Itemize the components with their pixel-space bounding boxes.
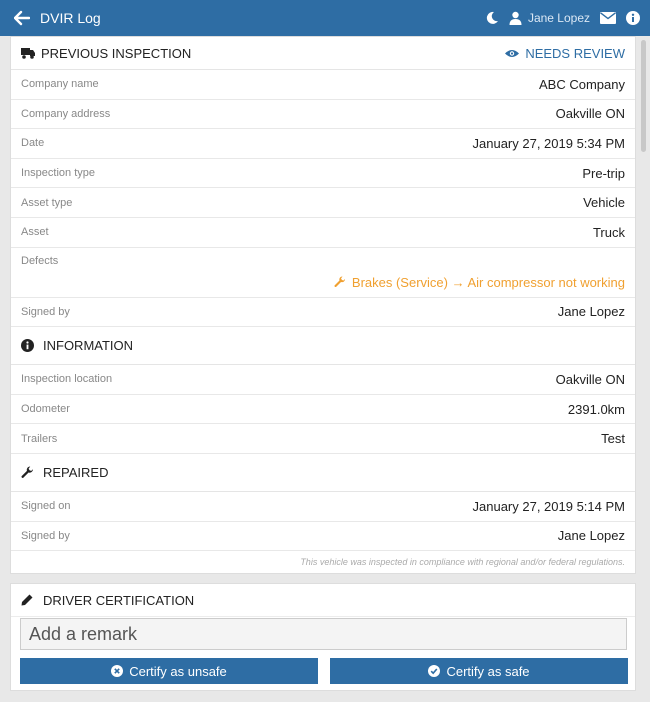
truck-icon [21,46,35,60]
certify-unsafe-button[interactable]: Certify as unsafe [20,658,318,684]
certify-unsafe-label: Certify as unsafe [129,663,227,679]
pencil-icon [21,593,35,607]
wrench-icon [21,465,35,479]
remark-input[interactable] [20,618,627,650]
row-label: Trailers [21,432,58,445]
moon-icon[interactable] [485,11,499,25]
detail-row: Odometer 2391.0km [11,395,635,425]
row-value: Truck [592,224,625,240]
page-title: DVIR Log [40,10,101,26]
repaired-header: REPAIRED [11,454,635,492]
defect-text: Brakes (Service) → Air compressor not wo… [351,274,625,290]
detail-row: Asset type Vehicle [11,188,635,218]
row-value: Jane Lopez [557,304,625,320]
scroll-area[interactable]: PREVIOUS INSPECTION NEEDS REVIEW Company… [0,36,650,576]
compliance-note: This vehicle was inspected in compliance… [300,557,625,568]
defects-label: Defects [21,254,59,267]
defect-item[interactable]: Brakes (Service) → Air compressor not wo… [21,275,625,290]
row-value: Jane Lopez [557,528,625,544]
row-value: January 27, 2019 5:34 PM [472,135,626,151]
row-value: Oakville ON [555,371,625,387]
row-label: Odometer [21,403,70,416]
scrollbar-thumb[interactable] [641,40,646,152]
envelope-icon[interactable] [600,12,616,24]
user-name[interactable]: Jane Lopez [528,11,590,25]
row-value: January 27, 2019 5:14 PM [472,498,626,514]
needs-review-badge[interactable]: NEEDS REVIEW [505,46,625,61]
detail-row: Trailers Test [11,424,635,454]
row-value: ABC Company [539,76,625,92]
wrench-icon [334,276,345,288]
certify-safe-label: Certify as safe [446,663,530,679]
information-header: INFORMATION [11,327,635,366]
detail-row: Inspection type Pre-trip [11,159,635,189]
row-value: Oakville ON [555,106,625,122]
row-label: Asset [21,226,49,239]
previous-inspection-header: PREVIOUS INSPECTION NEEDS REVIEW [11,37,635,70]
defects-row: Defects Brakes (Service) → Air compresso… [11,248,635,298]
row-label: Date [21,137,45,150]
app-header: DVIR Log Jane Lopez [0,0,650,36]
check-circle-icon [428,665,441,677]
eye-icon [505,49,520,57]
info-icon[interactable] [626,11,640,25]
certify-safe-button[interactable]: Certify as safe [330,658,628,684]
row-label: Signed by [21,305,70,318]
row-value: Vehicle [583,195,625,211]
row-label: Inspection type [21,167,95,180]
driver-certification-title: DRIVER CERTIFICATION [43,592,195,608]
info-icon [21,339,35,353]
detail-row: Company address Oakville ON [11,100,635,130]
user-icon[interactable] [509,11,522,25]
back-button[interactable]: DVIR Log [14,10,101,26]
row-value: Test [601,431,625,447]
driver-certification-header: DRIVER CERTIFICATION [11,584,635,617]
row-label: Signed on [21,500,71,513]
detail-row: Date January 27, 2019 5:34 PM [11,129,635,159]
detail-row: Signed by Jane Lopez [11,522,635,552]
previous-inspection-title: PREVIOUS INSPECTION [41,45,192,61]
row-value: Pre-trip [582,165,625,181]
detail-row: Inspection location Oakville ON [11,365,635,395]
detail-row: Asset Truck [11,218,635,248]
detail-row: Company name ABC Company [11,70,635,100]
information-title: INFORMATION [43,338,134,354]
row-value: 2391.0km [567,401,625,417]
needs-review-label: NEEDS REVIEW [525,45,625,61]
inspection-card: PREVIOUS INSPECTION NEEDS REVIEW Company… [10,36,636,575]
repaired-title: REPAIRED [43,464,109,480]
row-label: Inspection location [21,373,113,386]
row-label: Company name [21,78,99,91]
row-label: Company address [21,107,111,120]
row-label: Asset type [21,196,73,209]
driver-certification-card: DRIVER CERTIFICATION Certify as unsafe C… [10,583,636,691]
arrow-left-icon [14,10,30,26]
signed-by-row: Signed by Jane Lopez [11,298,635,328]
row-label: Signed by [21,529,70,542]
detail-row: Signed on January 27, 2019 5:14 PM [11,492,635,522]
times-circle-icon [111,665,124,677]
